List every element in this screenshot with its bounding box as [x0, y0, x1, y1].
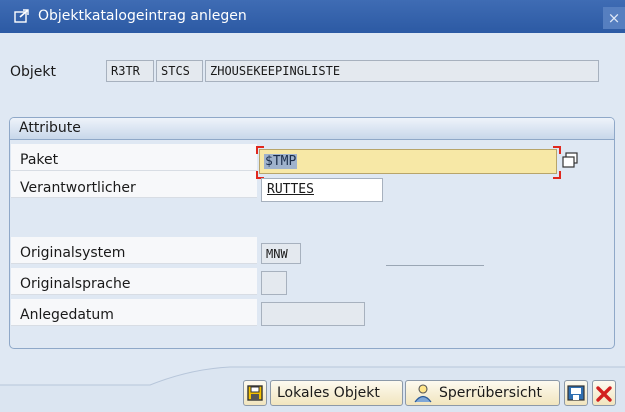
title-bar: Objektkatalogeintrag anlegen × — [0, 0, 625, 33]
anlegedatum-label: Anlegedatum — [20, 307, 114, 323]
pgmid-field: R3TR — [106, 60, 154, 82]
focus-corner-tr — [553, 146, 561, 154]
lokales-objekt-button[interactable]: Lokales Objekt — [270, 380, 403, 406]
print-button[interactable] — [564, 380, 588, 406]
originalsystem-label: Originalsystem — [20, 245, 126, 261]
focus-corner-br — [553, 171, 561, 179]
originalsystem-field: MNW — [261, 243, 301, 264]
focus-corner-tl — [256, 146, 264, 154]
paket-label: Paket — [20, 152, 59, 168]
originalsprache-label: Originalsprache — [20, 276, 131, 292]
paket-value: $TMP — [264, 154, 298, 169]
save-icon — [244, 385, 266, 409]
objekt-label: Objekt — [10, 64, 57, 80]
save-button[interactable] — [243, 380, 267, 406]
originalsprache-field — [261, 271, 287, 295]
value-help-icon[interactable] — [561, 151, 579, 173]
cancel-button[interactable] — [592, 380, 616, 406]
verantwortlicher-input[interactable]: RUTTES — [261, 178, 383, 202]
verantwortlicher-label: Verantwortlicher — [20, 180, 136, 196]
sperruebersicht-label: Sperrübersicht — [439, 385, 543, 401]
sperruebersicht-button[interactable]: Sperrübersicht — [405, 380, 560, 406]
attribute-group-header: Attribute — [10, 118, 614, 140]
window-title: Objektkatalogeintrag anlegen — [38, 8, 247, 24]
print-icon — [565, 385, 587, 409]
attribute-group-title: Attribute — [19, 120, 81, 136]
lock-overview-icon — [412, 383, 434, 411]
dialog-window: Objektkatalogeintrag anlegen × Objekt R3… — [0, 0, 625, 412]
object-type-field: STCS — [156, 60, 203, 82]
cancel-icon — [593, 386, 615, 409]
originalsystem-separator — [386, 265, 484, 266]
create-entry-icon — [14, 9, 30, 28]
lokales-objekt-label: Lokales Objekt — [277, 385, 380, 401]
anlegedatum-field — [261, 302, 365, 326]
paket-input[interactable]: $TMP — [259, 149, 557, 174]
close-icon[interactable]: × — [603, 7, 625, 29]
object-name-field: ZHOUSEKEEPINGLISTE — [205, 60, 599, 82]
verantwortlicher-value: RUTTES — [267, 182, 314, 197]
